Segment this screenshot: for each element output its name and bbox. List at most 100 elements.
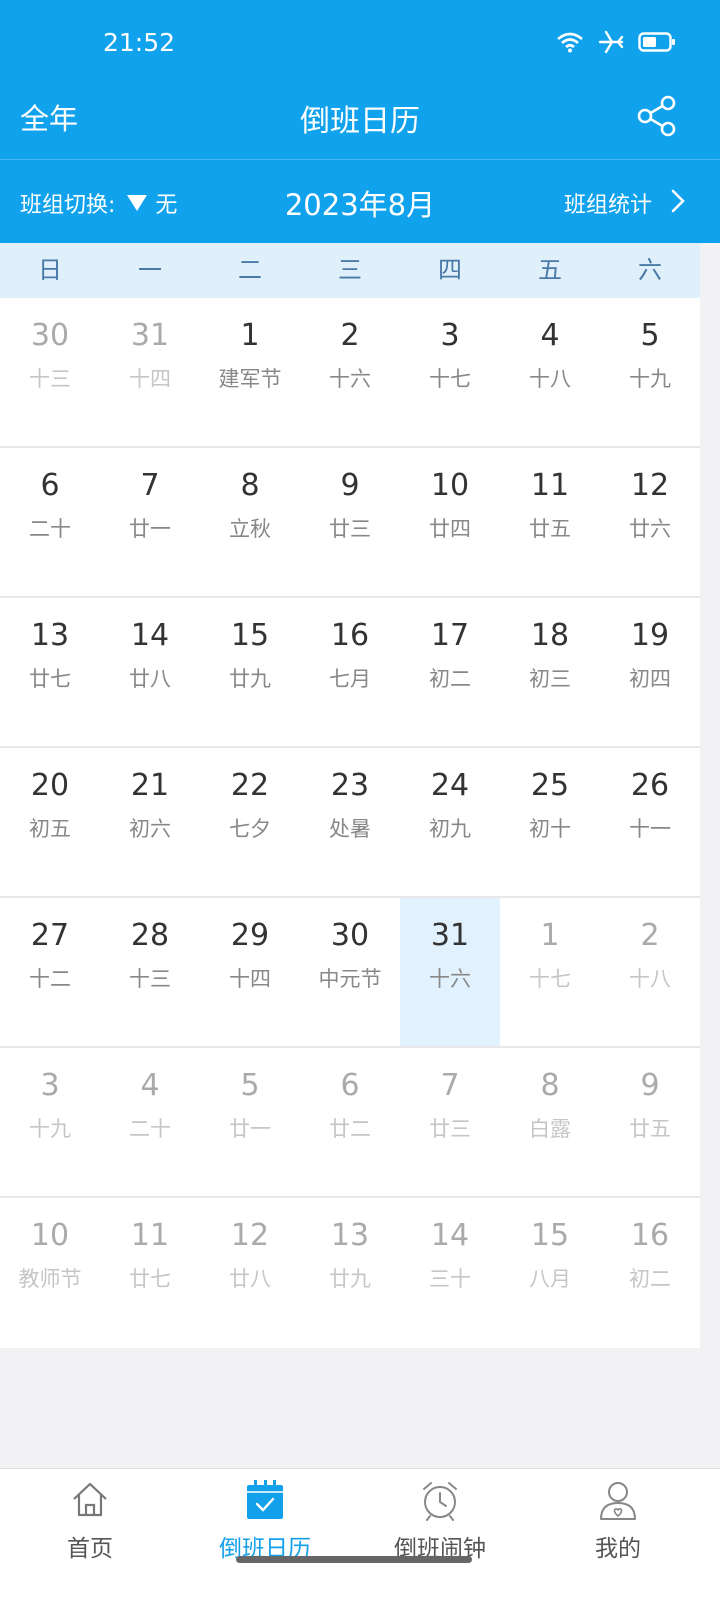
- lunar-date: 立秋: [229, 517, 271, 541]
- day-number: 14: [130, 618, 170, 653]
- calendar-day-cell[interactable]: 14 廿八: [100, 598, 200, 746]
- calendar-day-cell[interactable]: 12 廿六: [600, 448, 700, 596]
- calendar-day-cell[interactable]: 3 十七: [400, 298, 500, 446]
- calendar-day-cell[interactable]: 12 廿八: [200, 1198, 300, 1346]
- lunar-date: 廿九: [329, 1267, 371, 1291]
- lunar-date: 十六: [329, 367, 371, 391]
- page-title: 倒班日历: [300, 104, 420, 139]
- lunar-date: 廿五: [629, 1117, 671, 1141]
- calendar-week-row: 3 十九 4 二十 5 廿一 6 廿二 7 廿三 8 白露 9 廿五: [0, 1048, 700, 1198]
- calendar-day-cell[interactable]: 7 廿一: [100, 448, 200, 596]
- calendar-day-cell[interactable]: 19 初四: [600, 598, 700, 746]
- day-number: 5: [640, 318, 660, 353]
- day-number: 20: [30, 768, 70, 803]
- calendar-day-cell[interactable]: 26 十一: [600, 748, 700, 896]
- weekday-label: 三: [338, 256, 362, 284]
- calendar-day-cell[interactable]: 17 初二: [400, 598, 500, 746]
- day-number: 29: [230, 918, 270, 953]
- calendar-day-cell[interactable]: 15 八月: [500, 1198, 600, 1346]
- bottom-tab-bar: 首页 倒班日历 倒班闹钟 我的: [0, 1468, 720, 1600]
- calendar-day-cell[interactable]: 24 初九: [400, 748, 500, 896]
- lunar-date: 中元节: [318, 967, 382, 991]
- lunar-date: 建军节: [218, 367, 282, 391]
- calendar-day-cell[interactable]: 28 十三: [100, 898, 200, 1046]
- calendar-day-cell[interactable]: 20 初五: [0, 748, 100, 896]
- calendar-day-cell[interactable]: 6 二十: [0, 448, 100, 596]
- calendar-day-cell[interactable]: 8 白露: [500, 1048, 600, 1196]
- calendar-day-cell[interactable]: 10 廿四: [400, 448, 500, 596]
- calendar-day-cell[interactable]: 6 廿二: [300, 1048, 400, 1196]
- calendar-day-cell[interactable]: 5 十九: [600, 298, 700, 446]
- lunar-date: 十六: [429, 967, 471, 991]
- calendar-day-cell[interactable]: 15 廿九: [200, 598, 300, 746]
- group-stats-button[interactable]: 班组统计: [564, 187, 652, 219]
- calendar-day-cell[interactable]: 29 十四: [200, 898, 300, 1046]
- day-number: 14: [430, 1218, 470, 1253]
- calendar-day-cell[interactable]: 23 处暑: [300, 748, 400, 896]
- calendar-day-cell[interactable]: 25 初十: [500, 748, 600, 896]
- day-number: 12: [230, 1218, 270, 1253]
- share-icon[interactable]: [636, 94, 680, 138]
- user-icon: [600, 1482, 636, 1520]
- day-number: 24: [430, 768, 470, 803]
- lunar-date: 廿四: [429, 517, 471, 541]
- calendar-day-cell[interactable]: 4 十八: [500, 298, 600, 446]
- home-indicator[interactable]: [236, 1556, 472, 1563]
- lunar-date: 七月: [329, 667, 371, 691]
- lunar-date: 白露: [529, 1117, 571, 1141]
- calendar-day-cell[interactable]: 2 十六: [300, 298, 400, 446]
- calendar-day-cell[interactable]: 5 廿一: [200, 1048, 300, 1196]
- calendar-day-cell[interactable]: 11 廿五: [500, 448, 600, 596]
- weekday-header: 日一二三四五六: [0, 243, 700, 298]
- day-number: 9: [340, 468, 360, 503]
- calendar-day-cell[interactable]: 16 七月: [300, 598, 400, 746]
- calendar-day-cell[interactable]: 21 初六: [100, 748, 200, 896]
- calendar-day-cell[interactable]: 13 廿九: [300, 1198, 400, 1346]
- lunar-date: 廿一: [229, 1117, 271, 1141]
- calendar-day-cell[interactable]: 16 初二: [600, 1198, 700, 1346]
- calendar-day-cell[interactable]: 4 二十: [100, 1048, 200, 1196]
- calendar-day-cell[interactable]: 30 中元节: [300, 898, 400, 1046]
- lunar-date: 廿七: [29, 667, 71, 691]
- calendar-day-cell[interactable]: 22 七夕: [200, 748, 300, 896]
- tab-profile-label: 我的: [595, 1536, 641, 1562]
- day-number: 10: [30, 1218, 70, 1253]
- lunar-date: 初四: [629, 667, 671, 691]
- day-number: 11: [530, 468, 570, 503]
- day-number: 10: [430, 468, 470, 503]
- home-icon: [73, 1482, 107, 1517]
- calendar-day-cell[interactable]: 31 十四: [100, 298, 200, 446]
- calendar-day-cell[interactable]: 7 廿三: [400, 1048, 500, 1196]
- calendar-day-cell[interactable]: 3 十九: [0, 1048, 100, 1196]
- lunar-date: 廿九: [229, 667, 271, 691]
- calendar-week-row: 10 教师节 11 廿七 12 廿八 13 廿九 14 三十 15 八月 16 初二: [0, 1198, 700, 1348]
- day-number: 28: [130, 918, 170, 953]
- calendar-day-cell[interactable]: 13 廿七: [0, 598, 100, 746]
- calendar-day-cell[interactable]: 11 廿七: [100, 1198, 200, 1346]
- lunar-date: 初六: [129, 817, 171, 841]
- lunar-date: 十八: [529, 367, 571, 391]
- calendar-day-cell[interactable]: 18 初三: [500, 598, 600, 746]
- day-number: 15: [230, 618, 270, 653]
- calendar-day-cell[interactable]: 1 十七: [500, 898, 600, 1046]
- calendar-day-cell[interactable]: 2 十八: [600, 898, 700, 1046]
- day-number: 7: [440, 1068, 460, 1103]
- calendar-day-cell[interactable]: 14 三十: [400, 1198, 500, 1346]
- calendar-icon: [247, 1480, 283, 1519]
- calendar-day-cell[interactable]: 1 建军节: [200, 298, 300, 446]
- lunar-date: 廿七: [129, 1267, 171, 1291]
- day-number: 25: [530, 768, 570, 803]
- calendar-day-cell[interactable]: 8 立秋: [200, 448, 300, 596]
- calendar-day-cell[interactable]: 30 十三: [0, 298, 100, 446]
- calendar-day-cell[interactable]: 10 教师节: [0, 1198, 100, 1346]
- calendar-day-cell[interactable]: 27 十二: [0, 898, 100, 1046]
- calendar-day-cell[interactable]: 9 廿五: [600, 1048, 700, 1196]
- calendar-day-cell-today[interactable]: 31 十六: [400, 898, 500, 1046]
- chevron-right-icon[interactable]: [668, 187, 688, 215]
- day-number: 8: [540, 1068, 560, 1103]
- calendar-week-row: 27 十二 28 十三 29 十四 30 中元节 31 十六 1 十七 2 十八: [0, 898, 700, 1048]
- day-number: 2: [640, 918, 660, 953]
- day-number: 13: [330, 1218, 370, 1253]
- day-number: 19: [630, 618, 670, 653]
- calendar-day-cell[interactable]: 9 廿三: [300, 448, 400, 596]
